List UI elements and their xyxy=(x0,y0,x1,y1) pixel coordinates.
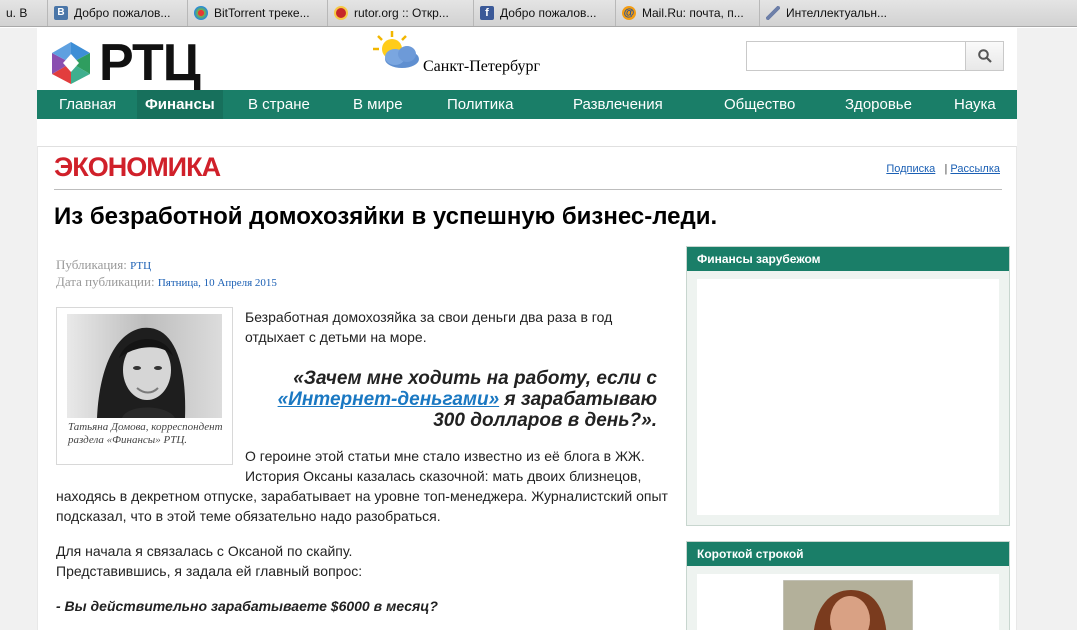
nav-item-politics[interactable]: Политика xyxy=(447,90,513,119)
bookmark-label: rutor.org :: Откр... xyxy=(354,6,449,20)
widget-title-abroad: Финансы зарубежом xyxy=(687,247,1009,271)
publication-value[interactable]: РТЦ xyxy=(130,260,151,272)
article-paragraph-1b: находясь в декретном отпуске, зарабатыва… xyxy=(56,488,668,524)
photo-caption: Татьяна Домова, корреспондент раздела «Ф… xyxy=(68,421,223,446)
section-title: ЭКОНОМИКА xyxy=(54,152,221,182)
bookmark-label: u. В xyxy=(6,6,28,20)
quote-start: «Зачем мне ходить на работу, если с xyxy=(293,368,657,389)
content-area: ЭКОНОМИКА Подписка | Рассылка Из безрабо… xyxy=(37,146,1017,630)
article-meta: Публикация: РТЦ Дата публикации: Пятница… xyxy=(56,257,277,291)
main-nav: Главная Финансы В стране В мире Политика… xyxy=(37,90,1017,119)
author-photo-box: Татьяна Домова, корреспондент раздела «Ф… xyxy=(56,307,233,465)
nav-item-health[interactable]: Здоровье xyxy=(845,90,912,119)
bookmark-label: Интеллектуальн... xyxy=(786,6,888,20)
mailing-link[interactable]: Рассылка xyxy=(950,163,1000,175)
article-quote: «Зачем мне ходить на работу, если с «Инт… xyxy=(245,368,657,431)
article-paragraph-1: О героине этой статьи мне стало известно… xyxy=(245,448,645,484)
bookmark-rutor[interactable]: rutor.org :: Откр... xyxy=(328,0,474,26)
author-photo xyxy=(67,314,222,418)
rtc-logo-icon[interactable] xyxy=(48,40,94,86)
bookmark-0[interactable]: u. В xyxy=(0,0,48,26)
nav-item-home[interactable]: Главная xyxy=(59,90,116,119)
nav-item-finance[interactable]: Финансы xyxy=(137,90,223,119)
widget-title-short: Короткой строкой xyxy=(687,542,1009,566)
date-value: Пятница, 10 Апреля 2015 xyxy=(157,277,277,289)
subscribe-link[interactable]: Подписка xyxy=(886,163,935,175)
weather-sun-cloud-icon xyxy=(373,31,419,68)
rutor-icon xyxy=(334,6,348,20)
page: РТЦ Санкт-Петербург Главная Финансы В ст… xyxy=(37,28,1017,630)
bookmark-label: Добро пожалов... xyxy=(74,6,171,20)
bookmark-label: BitTorrent треке... xyxy=(214,6,310,20)
nav-item-entertainment[interactable]: Развлечения xyxy=(573,90,663,119)
article-intro: Безработная домохозяйка за свои деньги д… xyxy=(245,309,613,345)
search-box xyxy=(746,41,1004,71)
internet-money-link[interactable]: «Интернет-деньгами» xyxy=(278,389,500,410)
bookmark-facebook[interactable]: f Добро пожалов... xyxy=(474,0,616,26)
pen-icon xyxy=(766,6,780,20)
search-button[interactable] xyxy=(965,42,1003,70)
widget-finance-abroad: Финансы зарубежом xyxy=(686,246,1010,526)
bookmarks-bar: u. В B Добро пожалов... BitTorrent треке… xyxy=(0,0,1077,27)
divider xyxy=(54,189,1002,190)
widget-body-short xyxy=(697,574,999,630)
mailru-icon: @ xyxy=(622,6,636,20)
nav-item-society[interactable]: Общество xyxy=(724,90,795,119)
article-paragraph-2b: Представившись, я задала ей главный вопр… xyxy=(56,563,363,579)
news-thumbnail[interactable] xyxy=(783,580,913,630)
link-separator: | xyxy=(944,163,948,175)
article-paragraph-2a: Для начала я связалась с Оксаной по скай… xyxy=(56,543,353,559)
bookmark-mailru[interactable]: @ Mail.Ru: почта, п... xyxy=(616,0,760,26)
search-icon xyxy=(977,49,992,63)
bookmark-intellect[interactable]: Интеллектуальн... xyxy=(760,0,1060,26)
bookmark-vk[interactable]: B Добро пожалов... xyxy=(48,0,188,26)
date-label: Дата публикации: xyxy=(56,274,155,289)
widget-short-news: Короткой строкой xyxy=(686,541,1010,630)
search-input[interactable] xyxy=(747,42,965,70)
logo-text[interactable]: РТЦ xyxy=(99,33,201,93)
bookmark-bittorrent[interactable]: BitTorrent треке... xyxy=(188,0,328,26)
bookmark-label: Добро пожалов... xyxy=(500,6,597,20)
article-question: - Вы действительно зарабатываете $6000 в… xyxy=(56,598,438,614)
vk-icon: B xyxy=(54,6,68,20)
city-name: Санкт-Петербург xyxy=(423,58,541,75)
bittorrent-icon xyxy=(194,6,208,20)
subscription-links: Подписка | Рассылка xyxy=(886,163,1000,175)
facebook-icon: f xyxy=(480,6,494,20)
nav-item-world[interactable]: В мире xyxy=(353,90,403,119)
publication-label: Публикация: xyxy=(56,257,127,272)
article-headline: Из безработной домохозяйки в успешную би… xyxy=(54,203,718,230)
bookmark-label: Mail.Ru: почта, п... xyxy=(642,6,744,20)
widget-body-abroad xyxy=(697,279,999,515)
nav-item-country[interactable]: В стране xyxy=(248,90,310,119)
nav-item-science[interactable]: Наука xyxy=(954,90,996,119)
